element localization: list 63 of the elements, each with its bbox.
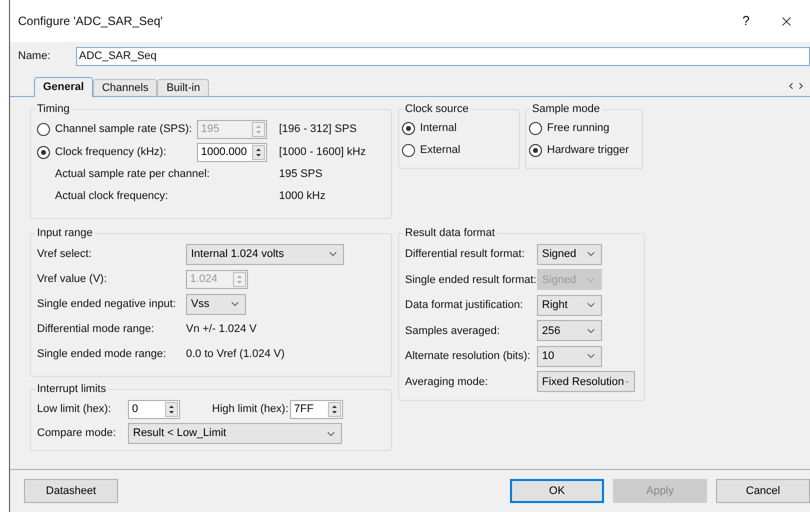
radio-button[interactable]: [37, 146, 50, 158]
field-label: Averaging mode:: [405, 374, 489, 390]
dropdown[interactable]: Vss: [186, 294, 246, 314]
tab[interactable]: General: [34, 77, 93, 97]
field-label: Single ended negative input:: [37, 296, 177, 312]
dropdown[interactable]: Right: [537, 294, 602, 316]
field-label: Samples averaged:: [405, 324, 501, 338]
group-title: Timing: [36, 102, 71, 117]
readout-label: Actual sample rate per channel:: [55, 167, 211, 182]
spin-field[interactable]: 1000.000: [197, 142, 267, 162]
dropdown[interactable]: Internal 1.024 volts: [186, 244, 344, 264]
field-label: Alternate resolution (bits):: [405, 349, 532, 364]
dialog-button[interactable]: Cancel: [716, 479, 810, 503]
group-title: Interrupt limits: [36, 382, 108, 397]
radio-label: Clock frequency (kHz):: [55, 144, 166, 160]
radio-label: Internal: [420, 121, 457, 136]
dialog-button[interactable]: Datasheet: [24, 479, 118, 503]
field-label: Compare mode:: [37, 426, 117, 442]
field-label: Vref select:: [37, 246, 93, 262]
help-button[interactable]: ?: [726, 6, 766, 36]
dialog-button[interactable]: OK: [510, 479, 604, 503]
group-title: Sample mode: [531, 102, 601, 117]
range-text: [196 - 312] SPS: [279, 122, 357, 137]
range-value: 0.0 to Vref (1.024 V): [186, 346, 285, 362]
radio-button[interactable]: [402, 144, 415, 157]
tab[interactable]: Channels: [92, 79, 158, 96]
group-title: Input range: [36, 226, 94, 241]
readout-value: 1000 kHz: [279, 189, 326, 204]
radio-button[interactable]: [402, 122, 415, 135]
radio-button[interactable]: [529, 122, 542, 135]
radio-button[interactable]: [529, 144, 542, 157]
dropdown[interactable]: Result < Low_Limit: [128, 423, 342, 444]
window-title: Configure 'ADC_SAR_Seq': [18, 13, 164, 30]
field-label: High limit (hex):: [212, 402, 290, 418]
spinner-arrows-icon[interactable]: [328, 402, 341, 417]
dropdown[interactable]: 10: [537, 346, 602, 367]
field-label: Single ended mode range:: [37, 346, 168, 362]
name-field[interactable]: ADC_SAR_Seq: [76, 46, 810, 66]
range-value: Vn +/- 1.024 V: [186, 322, 257, 337]
dropdown[interactable]: Signed: [537, 244, 602, 265]
readout-label: Actual clock frequency:: [55, 189, 170, 204]
tab[interactable]: Built-in: [157, 79, 210, 96]
group-title: Clock source: [404, 102, 470, 117]
name-label: Name:: [18, 48, 52, 64]
spinner-arrows-icon[interactable]: [165, 402, 178, 417]
radio-label: Channel sample rate (SPS):: [55, 122, 192, 137]
field-label: Differential mode range:: [37, 322, 156, 337]
field-label: Low limit (hex):: [37, 402, 112, 418]
dropdown[interactable]: 256: [537, 320, 602, 342]
dropdown[interactable]: Fixed Resolution: [537, 371, 635, 392]
radio-label: External: [420, 143, 460, 158]
group-title: Result data format: [404, 226, 496, 241]
field-label: Single ended result format:: [405, 272, 537, 288]
spin-field[interactable]: 7FF: [290, 400, 343, 419]
radio-label: Hardware trigger: [547, 143, 629, 158]
field-label: Differential result format:: [405, 247, 526, 262]
spin-field[interactable]: 0: [128, 400, 180, 419]
readout-value: 195 SPS: [279, 167, 322, 182]
radio-label: Free running: [547, 121, 610, 136]
field-label: Data format justification:: [405, 298, 524, 313]
field-label: Vref value (V):: [37, 272, 108, 287]
range-text: [1000 - 1600] kHz: [279, 144, 366, 160]
spinner-arrows-icon[interactable]: [252, 144, 265, 160]
